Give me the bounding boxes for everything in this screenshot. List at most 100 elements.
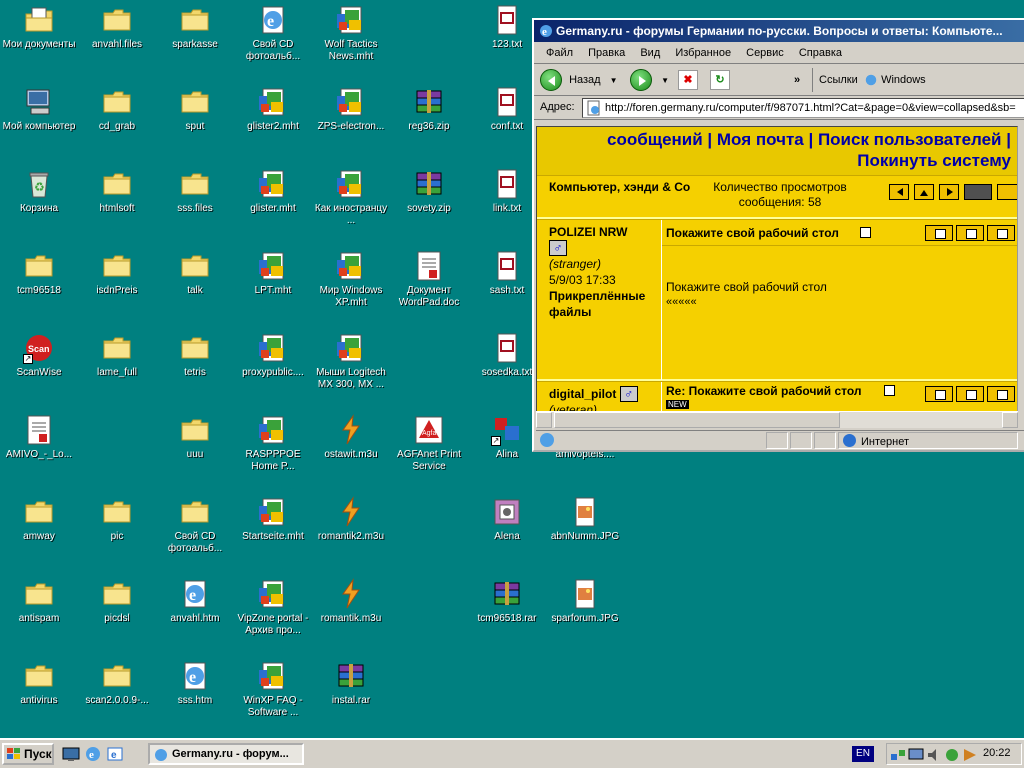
logout-link[interactable]: Покинуть систему	[543, 150, 1011, 171]
reply-button[interactable]	[925, 225, 953, 241]
tree-view-button[interactable]	[997, 184, 1017, 200]
windows-link[interactable]: Windows	[864, 68, 926, 92]
desktop-icon[interactable]: romantik2.m3u	[312, 494, 390, 570]
desktop-icon[interactable]: reg36.zip	[390, 84, 468, 160]
desktop-icon[interactable]: lame_full	[78, 330, 156, 406]
desktop-icon[interactable]: Мир Windows XP.mht	[312, 248, 390, 324]
desktop-icon[interactable]: htmlsoft	[78, 166, 156, 242]
desktop-icon[interactable]: AMIVO_-_Lo...	[0, 412, 78, 488]
links-label[interactable]: Ссылки	[812, 68, 858, 92]
view-mode-button[interactable]	[964, 184, 993, 200]
desktop-icon[interactable]: tcm96518	[0, 248, 78, 324]
title-bar[interactable]: e Germany.ru - форумы Германии по-русски…	[534, 20, 1024, 42]
desktop-icon[interactable]: tetris	[156, 330, 234, 406]
forward-dropdown-icon[interactable]: ▼	[661, 76, 669, 85]
desktop-icon[interactable]: ostawit.m3u	[312, 412, 390, 488]
desktop-icon[interactable]: Agfa AGFAnet Print Service	[390, 412, 468, 488]
start-button[interactable]: Пуск	[2, 743, 54, 765]
winamp-tray-icon[interactable]	[961, 746, 979, 764]
menu-favorites[interactable]: Избранное	[669, 42, 737, 64]
desktop-icon[interactable]: Мои документы	[0, 2, 78, 78]
menu-edit[interactable]: Правка	[582, 42, 631, 64]
desktop-icon[interactable]: LPT.mht	[234, 248, 312, 324]
desktop-icon[interactable]: VipZone portal - Архив про...	[234, 576, 312, 652]
horizontal-scroll-thumb[interactable]	[554, 412, 840, 428]
antivirus-tray-icon[interactable]	[943, 746, 961, 764]
desktop-icon[interactable]: glister.mht	[234, 166, 312, 242]
desktop-icon[interactable]: cd_grab	[78, 84, 156, 160]
desktop-icon[interactable]: sss.files	[156, 166, 234, 242]
ie-quicklaunch-icon[interactable]: e	[84, 745, 102, 763]
desktop-icon[interactable]: sovety.zip	[390, 166, 468, 242]
refresh-button[interactable]: ↻	[710, 68, 730, 92]
back-dropdown-icon[interactable]: ▼	[610, 76, 618, 85]
desktop-icon[interactable]: abnNumm.JPG	[546, 494, 624, 570]
scroll-left-button[interactable]	[536, 412, 552, 428]
desktop-icon[interactable]: ZPS-electron...	[312, 84, 390, 160]
reply-button[interactable]	[925, 386, 953, 402]
desktop-icon[interactable]: pic	[78, 494, 156, 570]
desktop-icon[interactable]: Scan ↗ ScanWise	[0, 330, 78, 406]
desktop-icon[interactable]: e anvahl.htm	[156, 576, 234, 652]
back-button[interactable]: Назад ▼	[540, 68, 618, 92]
desktop-icon[interactable]: Startseite.mht	[234, 494, 312, 570]
next-thread-button[interactable]	[939, 184, 960, 200]
monitor-tray-icon[interactable]	[907, 746, 925, 764]
desktop-icon[interactable]: anvahl.files	[78, 2, 156, 78]
desktop-icon[interactable]: picdsl	[78, 576, 156, 652]
network-tray-icon[interactable]	[889, 746, 907, 764]
desktop-icon[interactable]: sparkasse	[156, 2, 234, 78]
outlook-quicklaunch-icon[interactable]: e	[106, 745, 124, 763]
browser-window[interactable]: e Germany.ru - форумы Германии по-русски…	[532, 18, 1024, 452]
desktop-icon[interactable]: proxypublic....	[234, 330, 312, 406]
post-2-author[interactable]: digital_pilot	[549, 387, 616, 401]
taskbar-item-browser[interactable]: Germany.ru - форум...	[148, 743, 304, 765]
clock[interactable]: 20:22	[983, 747, 1011, 759]
desktop-icon[interactable]: Wolf Tactics News.mht	[312, 2, 390, 78]
post-1-author[interactable]: POLIZEI NRW	[549, 224, 659, 240]
menu-file[interactable]: Файл	[540, 42, 579, 64]
desktop-icon[interactable]: sput	[156, 84, 234, 160]
desktop-icon[interactable]: Мой компьютер	[0, 84, 78, 160]
desktop-icon[interactable]: antivirus	[0, 658, 78, 734]
desktop-icon[interactable]: Свой CD фотоальб...	[156, 494, 234, 570]
desktop-icon[interactable]: romantik.m3u	[312, 576, 390, 652]
show-desktop-icon[interactable]	[62, 745, 80, 763]
desktop-icon[interactable]: isdnPreis	[78, 248, 156, 324]
forward-button[interactable]: ▼	[630, 68, 669, 92]
scroll-right-button[interactable]	[1002, 412, 1018, 428]
desktop-icon[interactable]: Alena	[468, 494, 546, 570]
desktop-icon[interactable]: sparforum.JPG	[546, 576, 624, 652]
desktop-icon[interactable]: talk	[156, 248, 234, 324]
menu-help[interactable]: Справка	[793, 42, 848, 64]
desktop-icon[interactable]: ♻ Корзина	[0, 166, 78, 242]
desktop-icon[interactable]: RASPPPOE Home P...	[234, 412, 312, 488]
print-button[interactable]	[956, 386, 984, 402]
volume-tray-icon[interactable]	[925, 746, 943, 764]
up-thread-button[interactable]	[914, 184, 935, 200]
desktop-icon[interactable]: e sss.htm	[156, 658, 234, 734]
forum-nav-links[interactable]: сообщений | Моя почта | Поиск пользовате…	[543, 129, 1011, 150]
desktop-icon[interactable]: Как иностранцу ...	[312, 166, 390, 242]
address-input[interactable]: http://foren.germany.ru/computer/f/98707…	[582, 98, 1024, 118]
desktop-icon[interactable]: tcm96518.rar	[468, 576, 546, 652]
desktop-icon[interactable]: amway	[0, 494, 78, 570]
print-button[interactable]	[956, 225, 984, 241]
desktop-icon[interactable]: instal.rar	[312, 658, 390, 734]
prev-thread-button[interactable]	[889, 184, 909, 200]
edit-button[interactable]	[987, 386, 1015, 402]
stop-button[interactable]: ✖	[678, 68, 698, 92]
desktop-icon[interactable]: WinXP FAQ - Software ...	[234, 658, 312, 734]
post-2-checkbox[interactable]	[884, 385, 895, 396]
desktop-icon[interactable]: uuu	[156, 412, 234, 488]
desktop-icon[interactable]: glister2.mht	[234, 84, 312, 160]
language-indicator[interactable]: EN	[852, 746, 874, 762]
horizontal-scrollbar[interactable]	[536, 411, 1018, 428]
toolbar-more[interactable]: »	[794, 68, 800, 92]
post-1-checkbox[interactable]	[860, 227, 871, 238]
desktop-icon[interactable]: Документ WordPad.doc	[390, 248, 468, 324]
desktop-icon[interactable]: e Свой CD фотоальб...	[234, 2, 312, 78]
desktop-icon[interactable]: scan2.0.0.9-...	[78, 658, 156, 734]
desktop-icon[interactable]: antispam	[0, 576, 78, 652]
desktop-icon[interactable]: Мыши Logitech MX 300, MX ...	[312, 330, 390, 406]
